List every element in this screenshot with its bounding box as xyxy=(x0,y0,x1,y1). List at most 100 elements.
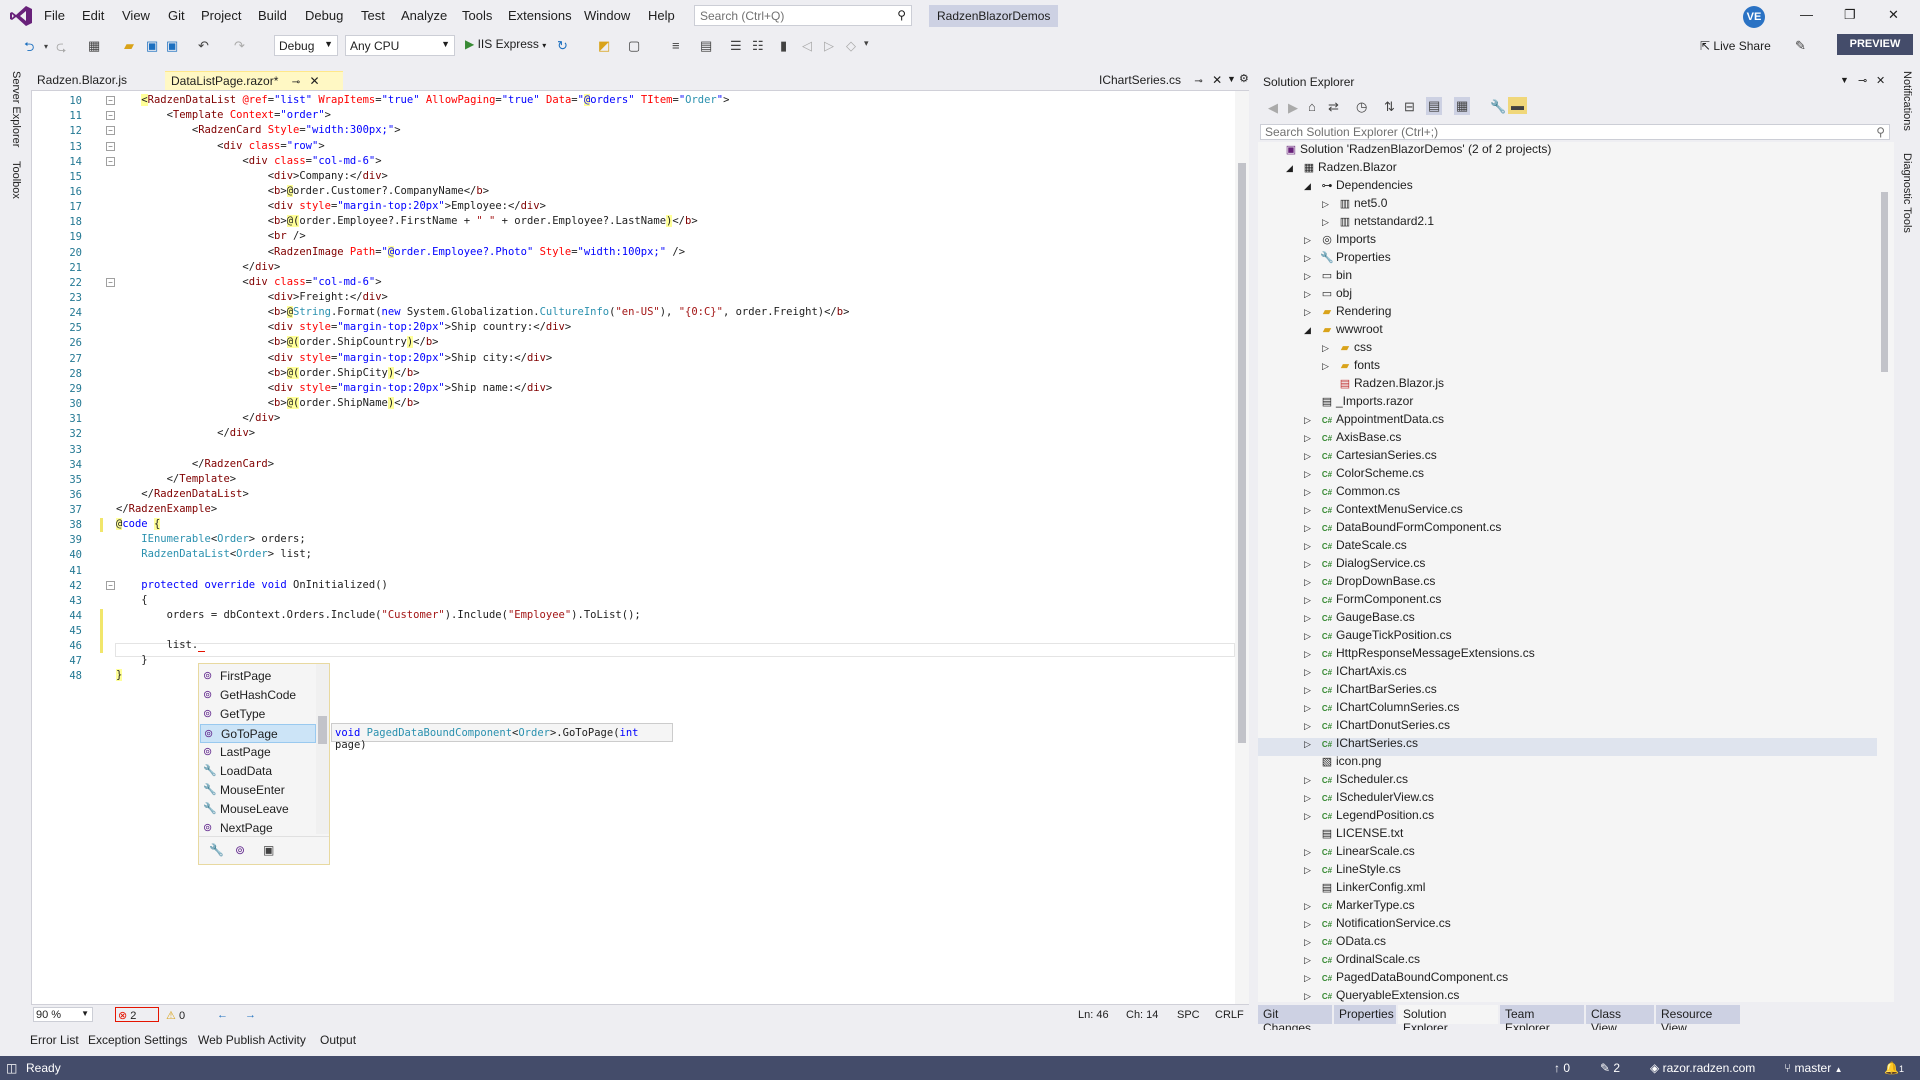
completion-item[interactable]: ⊚ FirstPage xyxy=(200,667,316,686)
completion-item[interactable]: ⊚ LastPage xyxy=(200,743,316,762)
fold-toggle[interactable]: − xyxy=(106,111,115,120)
save-icon[interactable]: ▣ xyxy=(146,38,158,54)
tab-properties[interactable]: Properties xyxy=(1334,1005,1396,1024)
completion-item[interactable]: 🔧 LoadData xyxy=(200,762,316,781)
fold-toggle[interactable]: − xyxy=(106,278,115,287)
tree-node[interactable]: ▷ C# CartesianSeries.cs xyxy=(1304,448,1437,466)
notifications-bell[interactable]: 🔔1 xyxy=(1884,1061,1904,1075)
avatar[interactable]: VE xyxy=(1743,6,1765,28)
menu-git[interactable]: Git xyxy=(168,8,185,23)
completion-item[interactable]: ⊚ GetHashCode xyxy=(200,686,316,705)
expand-toggle-icon[interactable]: ▷ xyxy=(1304,739,1318,750)
preview-selected-icon[interactable]: ▦ xyxy=(1454,97,1471,115)
tab-exception-settings[interactable]: Exception Settings xyxy=(88,1033,187,1047)
tree-node[interactable]: ▷ C# GaugeTickPosition.cs xyxy=(1304,628,1452,646)
menu-view[interactable]: View xyxy=(122,8,150,23)
layout-icon[interactable]: ▤ xyxy=(700,38,712,54)
expand-toggle-icon[interactable]: ▷ xyxy=(1304,811,1318,822)
expand-toggle-icon[interactable]: ▷ xyxy=(1304,559,1318,570)
preview-badge[interactable]: PREVIEW xyxy=(1837,34,1913,55)
fold-toggle[interactable]: − xyxy=(106,157,115,166)
tree-node[interactable]: ▷ C# OData.cs xyxy=(1304,934,1386,952)
tab-radzen-blazor-js[interactable]: Radzen.Blazor.js xyxy=(31,71,163,90)
open-folder-icon[interactable]: ▰ xyxy=(124,38,134,54)
pin-preview-icon[interactable]: ▬ xyxy=(1508,97,1527,114)
minimize-icon[interactable]: — xyxy=(1800,7,1813,22)
expand-toggle-icon[interactable]: ▷ xyxy=(1304,973,1318,984)
toolbar-overflow-icon[interactable]: ▾ xyxy=(864,38,869,49)
save-all-icon[interactable]: ▣ xyxy=(166,38,178,54)
tree-node[interactable]: ▷ C# OrdinalScale.cs xyxy=(1304,952,1420,970)
scrollbar-thumb[interactable] xyxy=(1238,163,1246,743)
expand-toggle-icon[interactable]: ◢ xyxy=(1304,181,1318,192)
expand-toggle-icon[interactable]: ▷ xyxy=(1304,865,1318,876)
close-tab-icon[interactable]: ✕ xyxy=(309,74,319,88)
completion-item[interactable]: ⊚ GoToPage xyxy=(200,724,316,743)
expand-toggle-icon[interactable]: ▷ xyxy=(1304,631,1318,642)
tab-error-list[interactable]: Error List xyxy=(30,1033,79,1047)
menu-extensions[interactable]: Extensions xyxy=(508,8,572,23)
tab-resource-view[interactable]: Resource View xyxy=(1656,1005,1740,1035)
tab-web-publish-activity[interactable]: Web Publish Activity xyxy=(198,1033,306,1047)
expand-toggle-icon[interactable]: ▷ xyxy=(1304,307,1318,318)
zoom-select[interactable]: 90 % ▼ xyxy=(33,1007,93,1022)
tree-node[interactable]: ▷ C# Common.cs xyxy=(1304,484,1400,502)
tree-node[interactable]: ▤ _Imports.razor xyxy=(1304,394,1414,412)
visual-studio-logo-icon[interactable] xyxy=(10,6,32,26)
branch-name[interactable]: ⑂ master ▲ xyxy=(1784,1061,1843,1075)
fold-toggle[interactable]: − xyxy=(106,581,115,590)
expand-toggle-icon[interactable]: ▷ xyxy=(1304,433,1318,444)
completion-scrollbar[interactable] xyxy=(316,664,329,834)
tree-node[interactable]: ▷ C# IScheduler.cs xyxy=(1304,772,1408,790)
menu-help[interactable]: Help xyxy=(648,8,675,23)
tree-node[interactable]: ▷ ▥ netstandard2.1 xyxy=(1322,214,1434,232)
menu-file[interactable]: File xyxy=(44,8,65,23)
pin-icon[interactable]: ⊸ xyxy=(292,77,300,88)
configuration-select[interactable]: Debug ▼ xyxy=(274,35,338,56)
expand-toggle-icon[interactable]: ▷ xyxy=(1322,343,1336,354)
tree-node[interactable]: ▷ C# DialogService.cs xyxy=(1304,556,1425,574)
menu-analyze[interactable]: Analyze xyxy=(401,8,447,23)
menu-edit[interactable]: Edit xyxy=(82,8,104,23)
close-icon[interactable]: ✕ xyxy=(1888,7,1899,23)
uncomment-icon[interactable]: ☷ xyxy=(752,38,764,54)
menu-test[interactable]: Test xyxy=(361,8,385,23)
back-dropdown-icon[interactable]: ▾ xyxy=(44,42,48,51)
tree-node[interactable]: ▷ C# DropDownBase.cs xyxy=(1304,574,1435,592)
menu-tools[interactable]: Tools xyxy=(462,8,492,23)
back-icon[interactable]: ⮌ xyxy=(24,38,34,60)
editor-vertical-scrollbar[interactable] xyxy=(1235,91,1249,1004)
fold-toggle[interactable]: − xyxy=(106,142,115,151)
tree-node[interactable]: ▷ C# LineStyle.cs xyxy=(1304,862,1401,880)
tree-node[interactable]: ▤ Radzen.Blazor.js xyxy=(1322,376,1444,394)
tree-node[interactable]: ▷ C# AppointmentData.cs xyxy=(1304,412,1444,430)
expand-toggle-icon[interactable]: ▷ xyxy=(1304,649,1318,660)
expand-toggle-icon[interactable]: ▷ xyxy=(1322,199,1336,210)
tree-node[interactable]: ▷ C# PagedDataBoundComponent.cs xyxy=(1304,970,1508,988)
tree-node[interactable]: ▷ C# QueryableExtension.cs xyxy=(1304,988,1459,1006)
tree-node[interactable]: ▷ C# AxisBase.cs xyxy=(1304,430,1401,448)
tab-datalistpage-razor[interactable]: DataListPage.razor* ⊸ ✕ xyxy=(165,71,343,90)
expand-toggle-icon[interactable]: ▷ xyxy=(1304,271,1318,282)
tree-node[interactable]: ▷ ▰ fonts xyxy=(1322,358,1380,376)
fold-toggle[interactable]: − xyxy=(106,126,115,135)
expand-toggle-icon[interactable]: ▷ xyxy=(1304,955,1318,966)
expand-toggle-icon[interactable]: ▷ xyxy=(1304,775,1318,786)
tree-node[interactable]: ▣ Solution 'RadzenBlazorDemos' (2 of 2 pr… xyxy=(1268,142,1552,160)
tree-node[interactable]: ▷ C# ColorScheme.cs xyxy=(1304,466,1424,484)
tree-node[interactable]: ▷ C# LinearScale.cs xyxy=(1304,844,1415,862)
tree-node[interactable]: ▷ C# DateScale.cs xyxy=(1304,538,1407,556)
solution-tree[interactable]: ▣ Solution 'RadzenBlazorDemos' (2 of 2 pr… xyxy=(1258,142,1894,1002)
platform-select[interactable]: Any CPU ▼ xyxy=(345,35,455,56)
restore-icon[interactable]: ❐ xyxy=(1844,7,1856,23)
pin-icon[interactable]: ⊸ xyxy=(1858,74,1867,87)
line-ending-indicator[interactable]: CRLF xyxy=(1215,1009,1244,1021)
refresh-icon[interactable]: ↻ xyxy=(557,38,568,54)
tab-class-view[interactable]: Class View xyxy=(1586,1005,1654,1035)
forward-icon[interactable]: ▶ xyxy=(1288,100,1298,116)
tab-list-dropdown-icon[interactable]: ▼ xyxy=(1227,74,1236,84)
solution-explorer-scrollbar[interactable] xyxy=(1877,142,1892,1002)
tree-node[interactable]: ◢ ⊶ Dependencies xyxy=(1304,178,1413,196)
properties-wrench-icon[interactable]: 🔧 xyxy=(1490,99,1506,115)
nav-back-icon[interactable]: ← xyxy=(217,1009,228,1021)
